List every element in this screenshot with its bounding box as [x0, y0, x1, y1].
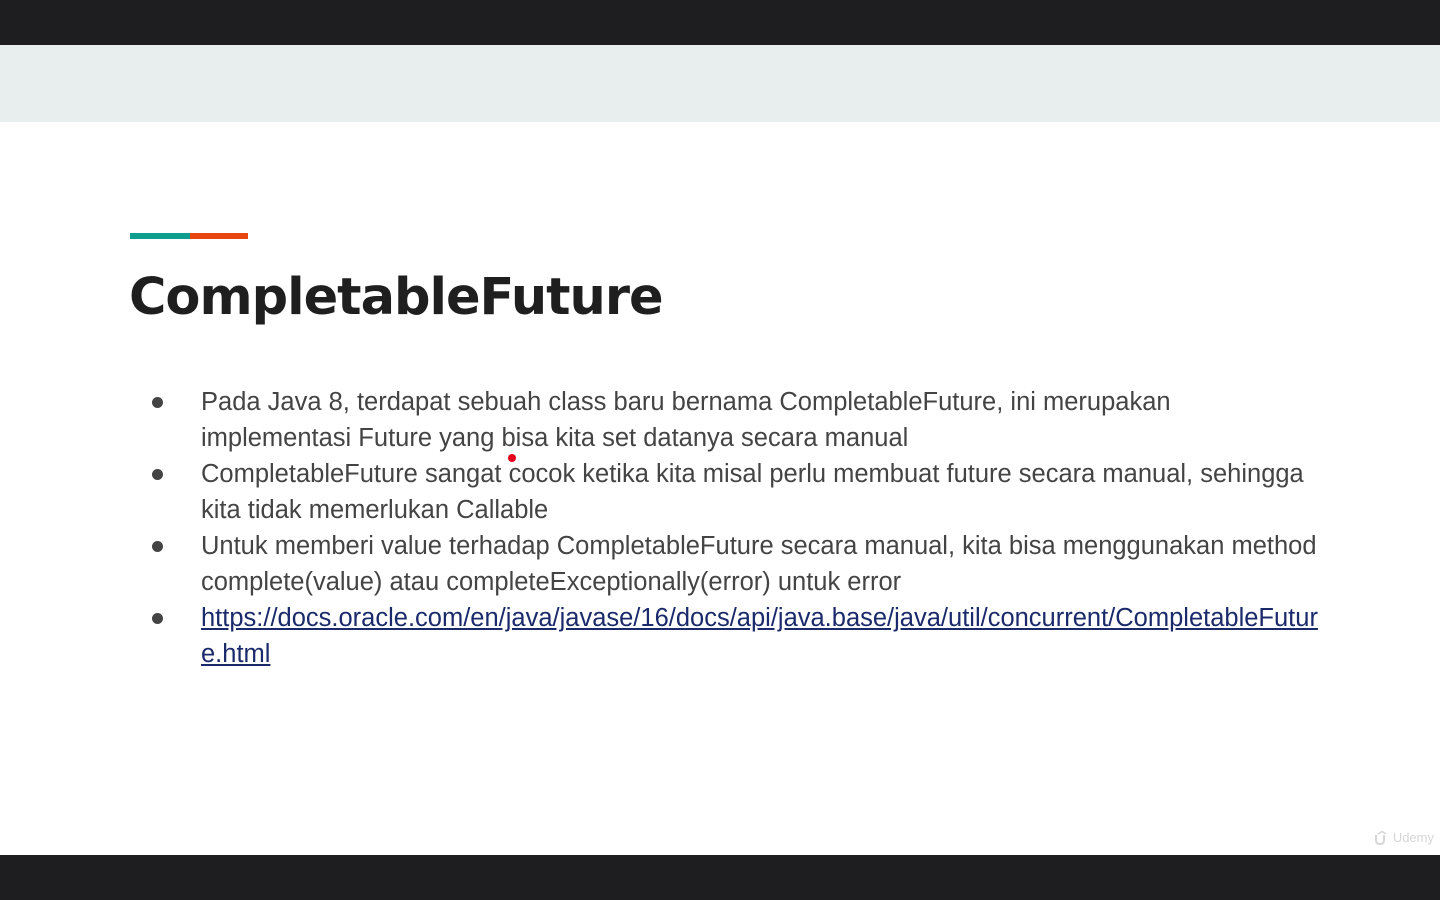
bullet-list: Pada Java 8, terdapat sebuah class baru …	[145, 384, 1325, 672]
title-accent-bar	[130, 233, 248, 239]
bullet-text: Pada Java 8, terdapat sebuah class baru …	[201, 388, 1171, 452]
udemy-watermark: Udemy	[1374, 830, 1434, 845]
bullet-dot-icon	[152, 613, 163, 624]
bullet-item: Untuk memberi value terhadap Completable…	[145, 528, 1325, 600]
bullet-item: CompletableFuture sangat cocok ketika ki…	[145, 456, 1325, 528]
bullet-item: https://docs.oracle.com/en/java/javase/1…	[145, 600, 1325, 672]
slide-title: CompletableFuture	[129, 268, 664, 327]
accent-teal-segment	[130, 233, 190, 239]
watermark-label: Udemy	[1392, 830, 1434, 845]
udemy-logo-icon	[1374, 830, 1390, 845]
laser-pointer	[508, 454, 516, 462]
presentation-slide: CompletableFuture Pada Java 8, terdapat …	[0, 45, 1440, 855]
bullet-text: CompletableFuture sangat cocok ketika ki…	[201, 460, 1304, 524]
bullet-dot-icon	[152, 541, 163, 552]
bullet-text: Untuk memberi value terhadap Completable…	[201, 532, 1317, 596]
accent-orange-segment	[190, 233, 248, 239]
docs-link[interactable]: https://docs.oracle.com/en/java/javase/1…	[201, 600, 1325, 672]
letterbox-top	[0, 0, 1440, 45]
bullet-dot-icon	[152, 397, 163, 408]
bullet-item: Pada Java 8, terdapat sebuah class baru …	[145, 384, 1325, 456]
bullet-dot-icon	[152, 469, 163, 480]
slide-header-band	[0, 45, 1440, 122]
letterbox-bottom	[0, 855, 1440, 900]
